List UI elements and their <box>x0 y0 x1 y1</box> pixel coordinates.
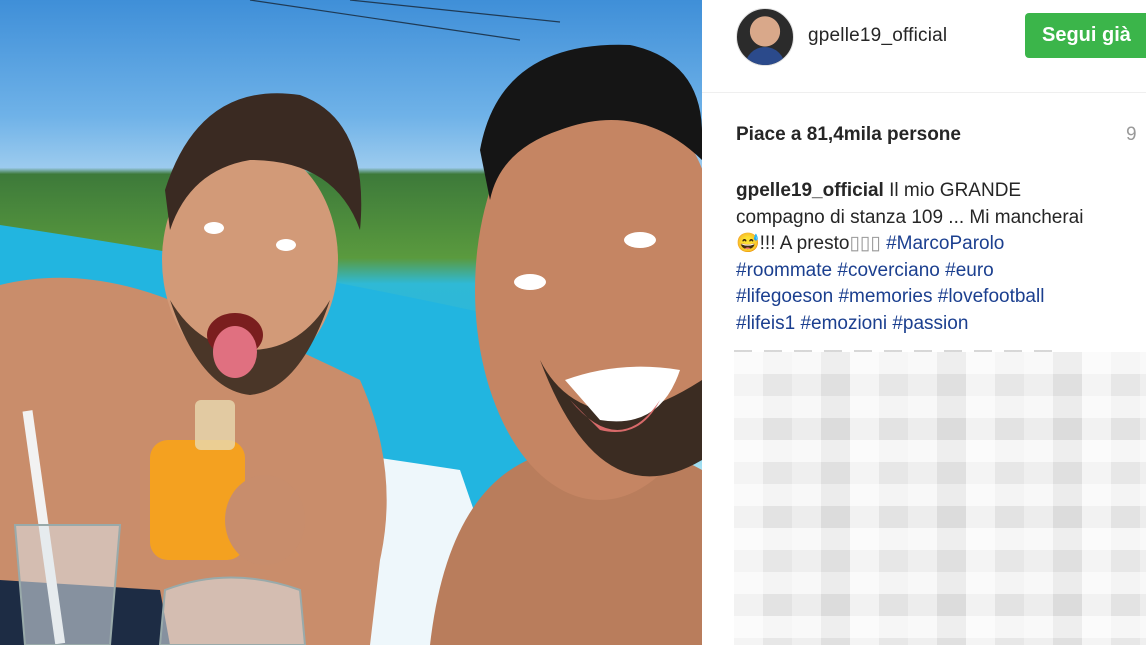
hashtag-emozioni[interactable]: #emozioni <box>800 313 887 334</box>
hashtag-memories[interactable]: #memories <box>838 286 932 307</box>
likes-side-value: 9 <box>1126 124 1137 145</box>
hashtag-lovefootball[interactable]: #lovefootball <box>938 286 1045 307</box>
hashtag-euro[interactable]: #euro <box>945 260 994 281</box>
following-button[interactable]: Segui già <box>1025 13 1146 58</box>
hashtag-marcoparolo[interactable]: #MarcoParolo <box>886 233 1004 254</box>
caption-text-2: compagno di stanza 109 ... Mi mancherai <box>736 206 1084 228</box>
pixelated-comments-area <box>734 352 1146 645</box>
avatar[interactable] <box>736 8 794 66</box>
post-photo[interactable] <box>0 0 702 645</box>
emoji-placeholder: ▯▯▯ <box>849 233 881 254</box>
avatar-shirt <box>745 47 785 65</box>
post-caption: gpelle19_official Il mio GRANDE compagno… <box>736 178 1116 337</box>
caption-username[interactable]: gpelle19_official <box>736 180 884 201</box>
photo-illustration <box>0 0 702 645</box>
post-side-panel: gpelle19_official Segui già Piace a 81,4… <box>702 0 1146 645</box>
hashtag-passion[interactable]: #passion <box>892 313 968 334</box>
hashtag-lifeis1[interactable]: #lifeis1 <box>736 313 795 334</box>
hashtag-roommate[interactable]: #roommate <box>736 260 832 281</box>
caption-text-1: Il mio GRANDE <box>889 180 1022 201</box>
post-header: gpelle19_official Segui già <box>702 0 1146 93</box>
likes-count[interactable]: Piace a 81,4mila persone <box>736 124 961 146</box>
hashtag-lifegoeson[interactable]: #lifegoeson <box>736 286 833 307</box>
caption-text-3: 😅!!! A presto <box>736 233 850 254</box>
username-link[interactable]: gpelle19_official <box>808 25 947 47</box>
hashtag-coverciano[interactable]: #coverciano <box>837 260 939 281</box>
